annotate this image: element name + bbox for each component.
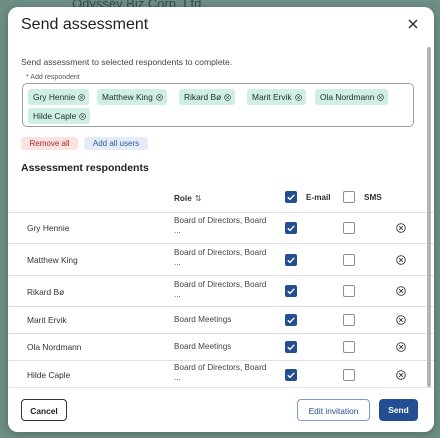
table-row: Marit Ervik Board Meetings	[8, 306, 434, 334]
add-respondent-input[interactable]: Gry Hennie Matthew King Rikard Bø Marit …	[22, 83, 414, 127]
send-assessment-dialog: Send assessment Send assessment to selec…	[8, 7, 434, 432]
remove-chip-icon[interactable]	[224, 94, 231, 101]
role-header-label: Role	[174, 194, 192, 203]
send-button[interactable]: Send	[379, 399, 418, 421]
email-checkbox[interactable]	[285, 369, 297, 381]
respondent-role: Board of Directors, Board...	[174, 280, 274, 300]
table-row: Gry Hennie Board of Directors, Board...	[8, 212, 434, 244]
respondent-chip[interactable]: Rikard Bø	[179, 89, 236, 105]
role-line: Board of Directors, Board	[174, 248, 267, 257]
chip-label: Marit Ervik	[252, 92, 292, 102]
dialog-footer: Cancel Edit invitation Send	[8, 387, 434, 432]
respondent-name: Ola Nordmann	[27, 342, 82, 352]
add-respondent-label: * Add respondent	[26, 74, 80, 81]
respondent-name: Rikard Bø	[27, 287, 65, 297]
respondent-chip[interactable]: Matthew King	[97, 89, 167, 105]
respondent-chip[interactable]: Hilde Caple	[28, 108, 91, 124]
sms-checkbox[interactable]	[343, 369, 355, 381]
email-checkbox[interactable]	[285, 314, 297, 326]
email-checkbox[interactable]	[285, 254, 297, 266]
role-line: Board Meetings	[174, 315, 232, 324]
table-row: Ola Nordmann Board Meetings	[8, 333, 434, 361]
sms-select-all-checkbox[interactable]	[343, 191, 355, 203]
email-checkbox[interactable]	[285, 285, 297, 297]
table-row: Rikard Bø Board of Directors, Board...	[8, 275, 434, 307]
role-line: Board of Directors, Board	[174, 363, 267, 372]
chip-label: Gry Hennie	[33, 92, 76, 102]
remove-respondent-icon[interactable]	[396, 286, 406, 296]
role-line: ...	[174, 373, 181, 382]
role-line: Board Meetings	[174, 342, 232, 351]
respondent-role: Board of Directors, Board...	[174, 216, 274, 236]
remove-chip-icon[interactable]	[377, 94, 385, 101]
sms-column-header: SMS	[364, 193, 382, 202]
table-header: Role ⇅ E-mail SMS	[8, 182, 434, 213]
respondent-chip[interactable]: Ola Nordmann	[315, 89, 389, 105]
respondent-name: Gry Hennie	[27, 223, 70, 233]
remove-respondent-icon[interactable]	[396, 255, 406, 265]
respondent-role: Board Meetings	[174, 315, 274, 325]
email-checkbox[interactable]	[285, 341, 297, 353]
add-respondent-label-text: Add respondent	[28, 74, 80, 81]
remove-chip-icon[interactable]	[294, 94, 302, 101]
chip-label: Ola Nordmann	[320, 92, 375, 102]
respondent-name: Marit Ervik	[27, 315, 67, 325]
close-icon[interactable]	[406, 17, 420, 31]
remove-chip-icon[interactable]	[155, 94, 163, 101]
section-title: Assessment respondents	[21, 162, 149, 174]
email-checkbox[interactable]	[285, 222, 297, 234]
sms-checkbox[interactable]	[343, 222, 355, 234]
remove-respondent-icon[interactable]	[396, 342, 406, 352]
sort-icon[interactable]: ⇅	[195, 194, 202, 203]
table-row: Matthew King Board of Directors, Board..…	[8, 243, 434, 276]
role-line: Board of Directors, Board	[174, 280, 267, 289]
email-select-all-checkbox[interactable]	[285, 191, 297, 203]
respondent-chip[interactable]: Gry Hennie	[28, 89, 90, 105]
role-line: ...	[174, 226, 181, 235]
table-row: Hilde Caple Board of Directors, Board...	[8, 360, 434, 387]
chip-label: Hilde Caple	[33, 111, 77, 121]
role-line: ...	[174, 290, 181, 299]
dialog-description: Send assessment to selected respondents …	[21, 57, 233, 67]
dialog-scrollbar[interactable]	[427, 47, 431, 387]
remove-respondent-icon[interactable]	[396, 370, 406, 380]
sms-checkbox[interactable]	[343, 341, 355, 353]
chip-label: Matthew King	[102, 92, 153, 102]
respondent-role: Board of Directors, Board...	[174, 248, 274, 268]
dialog-title: Send assessment	[21, 16, 149, 33]
sms-checkbox[interactable]	[343, 314, 355, 326]
remove-respondent-icon[interactable]	[396, 315, 406, 325]
respondent-role: Board Meetings	[174, 342, 274, 352]
remove-all-button[interactable]: Remove all	[21, 137, 78, 150]
edit-invitation-button[interactable]: Edit invitation	[297, 399, 370, 421]
role-line: ...	[174, 258, 181, 267]
chip-label: Rikard Bø	[184, 92, 222, 102]
sms-checkbox[interactable]	[343, 285, 355, 297]
add-all-users-button[interactable]: Add all users	[84, 137, 148, 150]
respondent-role: Board of Directors, Board...	[174, 363, 274, 383]
role-line: Board of Directors, Board	[174, 216, 267, 225]
remove-chip-icon[interactable]	[78, 94, 86, 101]
cancel-button[interactable]: Cancel	[21, 399, 67, 421]
remove-chip-icon[interactable]	[79, 113, 87, 120]
role-column-header[interactable]: Role ⇅	[174, 193, 202, 203]
sms-checkbox[interactable]	[343, 254, 355, 266]
respondent-name: Hilde Caple	[27, 370, 71, 380]
email-column-header: E-mail	[306, 193, 331, 202]
respondent-name: Matthew King	[27, 255, 78, 265]
remove-respondent-icon[interactable]	[396, 223, 406, 233]
respondent-chip[interactable]: Marit Ervik	[247, 89, 306, 105]
